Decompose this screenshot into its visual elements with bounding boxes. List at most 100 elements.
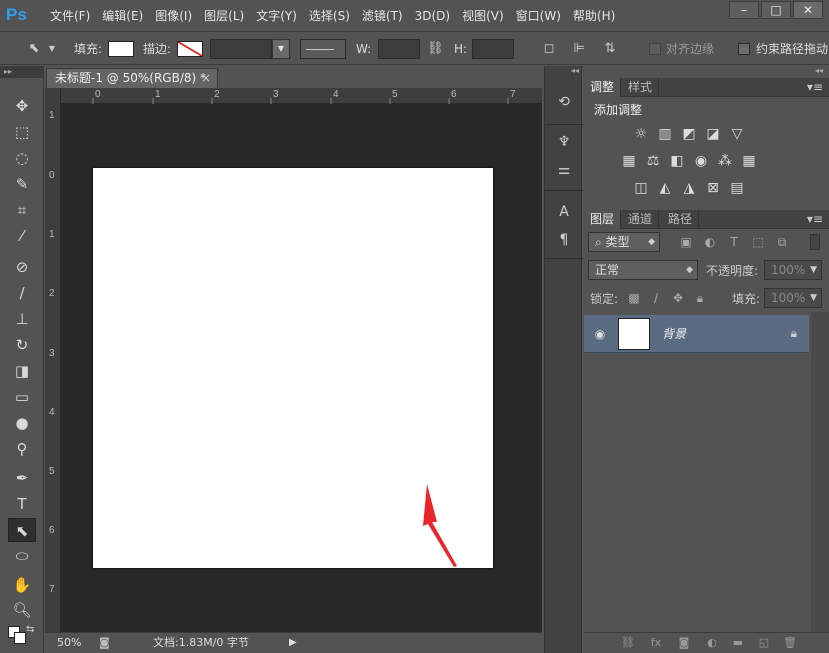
close-button[interactable]: ✕	[793, 1, 823, 19]
lock-transparent-icon[interactable]: ▩	[626, 288, 642, 308]
filter-shape-icon[interactable]: ⬚	[750, 232, 766, 252]
tool-preset-dropdown-icon[interactable]: ▼	[44, 41, 60, 57]
fill-input[interactable]: 100% ▼	[764, 288, 822, 308]
layer-style-icon[interactable]: fx	[648, 635, 664, 651]
menu-type[interactable]: 文字(Y)	[250, 0, 303, 32]
new-group-icon[interactable]: ▬	[730, 635, 746, 651]
healing-brush-icon[interactable]: ⊘	[8, 255, 36, 279]
tab-channels[interactable]: 通道	[622, 210, 660, 229]
menu-image[interactable]: 图像(I)	[149, 0, 198, 32]
type-icon[interactable]: T	[8, 492, 36, 516]
quick-select-icon[interactable]: ✎	[8, 172, 36, 196]
color-balance-icon[interactable]: ⚖	[644, 152, 662, 170]
color-lookup-icon[interactable]: ▦	[740, 152, 758, 170]
filter-type-icon[interactable]: T	[726, 232, 742, 252]
tab-styles[interactable]: 样式	[622, 78, 660, 97]
brush-icon[interactable]: ∕	[8, 281, 36, 305]
vertical-ruler[interactable]: 1 0 1 2 3 4 5 6 7	[45, 88, 61, 632]
layer-row-background[interactable]: ◉ 背景 🔒︎	[584, 315, 809, 353]
selective-color-icon[interactable]: ⊠	[704, 179, 722, 197]
tools-panel-collapse-icon[interactable]: ▸▸	[0, 66, 43, 78]
filter-kind-dropdown[interactable]: ⌕ 类型 ◆	[588, 232, 660, 252]
panel-collapse-icon[interactable]: ◂◂	[815, 66, 823, 75]
opacity-input[interactable]: 100% ▼	[764, 260, 822, 280]
layer-thumbnail[interactable]	[618, 318, 650, 350]
height-input[interactable]	[472, 39, 514, 59]
exposure-icon[interactable]: ◪	[704, 125, 722, 143]
move-icon[interactable]: ✥	[8, 94, 36, 118]
menu-file[interactable]: 文件(F)	[44, 0, 96, 32]
threshold-icon[interactable]: ◮	[680, 179, 698, 197]
brush-settings-icon[interactable]: ⚌	[554, 160, 574, 180]
close-document-icon[interactable]: ×	[201, 69, 211, 88]
menu-help[interactable]: 帮助(H)	[567, 0, 621, 32]
link-layers-icon[interactable]: ⛓	[620, 635, 636, 651]
filter-smart-object-icon[interactable]: ⧉	[774, 232, 790, 252]
channel-mixer-icon[interactable]: ⁂	[716, 152, 734, 170]
curves-icon[interactable]: ◩	[680, 125, 698, 143]
filter-toggle[interactable]	[810, 234, 820, 250]
history-panel-icon[interactable]: ⟲	[554, 92, 574, 112]
pen-icon[interactable]: ✒	[8, 466, 36, 490]
fill-swatch[interactable]	[108, 41, 134, 57]
path-alignment-icon[interactable]: ⊫	[571, 41, 587, 57]
link-icon[interactable]: ⛓	[427, 41, 444, 57]
blur-icon[interactable]: ●	[8, 411, 36, 435]
brightness-contrast-icon[interactable]: ☼	[632, 125, 650, 143]
path-select-tool-preset-icon[interactable]: ⬉	[26, 41, 42, 57]
layer-name[interactable]: 背景	[662, 325, 686, 342]
eraser-icon[interactable]: ◨	[8, 359, 36, 383]
gradient-icon[interactable]: ▭	[8, 385, 36, 409]
hue-saturation-icon[interactable]: ▦	[620, 152, 638, 170]
gradient-map-icon[interactable]: ▤	[728, 179, 746, 197]
blend-mode-dropdown[interactable]: 正常 ◆	[588, 260, 698, 280]
history-brush-icon[interactable]: ↻	[8, 333, 36, 357]
lasso-icon[interactable]: ◌	[8, 146, 36, 170]
stroke-width-dropdown-icon[interactable]: ▼	[272, 39, 290, 59]
menu-window[interactable]: 窗口(W)	[510, 0, 567, 32]
constrain-path-checkbox[interactable]	[738, 43, 750, 55]
horizontal-ruler[interactable]: 0 1 2 3 4 5 6 7	[45, 88, 542, 104]
maximize-button[interactable]: □	[761, 1, 791, 19]
layers-scrollbar[interactable]	[811, 312, 829, 632]
lock-position-icon[interactable]: ✥	[670, 288, 686, 308]
clone-stamp-icon[interactable]: ⊥	[8, 307, 36, 331]
filter-pixel-icon[interactable]: ▣	[678, 232, 694, 252]
align-edges-checkbox[interactable]	[649, 43, 661, 55]
vibrance-icon[interactable]: ▽	[728, 125, 746, 143]
add-mask-icon[interactable]: ◙	[676, 635, 692, 651]
levels-icon[interactable]: ▥	[656, 125, 674, 143]
lock-all-icon[interactable]: 🔒︎	[692, 288, 708, 308]
status-menu-arrow-icon[interactable]: ▶	[289, 633, 297, 653]
layers-panel-menu-icon[interactable]: ▾≡	[807, 210, 823, 228]
eye-icon[interactable]: ◉	[592, 326, 608, 342]
hand-icon[interactable]: ✋	[8, 573, 36, 597]
tab-layers[interactable]: 图层	[584, 210, 622, 229]
stroke-width-field[interactable]	[210, 39, 272, 59]
tab-adjustments[interactable]: 调整	[584, 78, 622, 97]
menu-edit[interactable]: 编辑(E)	[96, 0, 149, 32]
color-swatches[interactable]	[8, 626, 28, 646]
black-white-icon[interactable]: ◧	[668, 152, 686, 170]
adjustments-panel-menu-icon[interactable]: ▾≡	[807, 78, 823, 96]
zoom-icon[interactable]: 🔍︎	[8, 598, 36, 622]
menu-select[interactable]: 选择(S)	[303, 0, 356, 32]
dock-expand-icon[interactable]: ◂◂	[571, 66, 579, 75]
background-color-swatch[interactable]	[14, 632, 26, 644]
new-adjustment-layer-icon[interactable]: ◐	[704, 635, 720, 651]
path-arrangement-icon[interactable]: ⇅	[602, 41, 618, 57]
photo-filter-icon[interactable]: ◉	[692, 152, 710, 170]
menu-layer[interactable]: 图层(L)	[198, 0, 250, 32]
ellipse-icon[interactable]: ⬭	[8, 544, 36, 568]
width-input[interactable]	[378, 39, 420, 59]
paragraph-panel-icon[interactable]: ¶	[554, 230, 574, 250]
status-info-icon[interactable]: ◙	[99, 633, 110, 653]
crop-icon[interactable]: ⌗	[8, 198, 36, 222]
character-panel-icon[interactable]: A	[554, 202, 574, 222]
menu-3d[interactable]: 3D(D)	[409, 0, 456, 32]
minimize-button[interactable]: –	[729, 1, 759, 19]
path-select-icon[interactable]: ⬉	[8, 518, 36, 542]
document-tab[interactable]: 未标题-1 @ 50%(RGB/8) * ×	[46, 68, 218, 88]
path-operations-icon[interactable]: ◻	[541, 41, 557, 57]
brush-presets-icon[interactable]: ♆	[554, 132, 574, 152]
